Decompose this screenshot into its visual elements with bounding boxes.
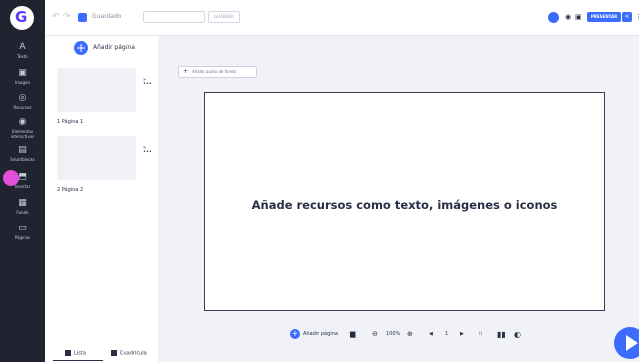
insert-icon: ⬒	[18, 172, 27, 182]
page-label-1: 1 Página 1	[57, 119, 84, 125]
sidebar-item-text[interactable]: A Texto	[0, 42, 45, 59]
grid-view-button[interactable]: Cuadrícula	[111, 350, 147, 357]
grid-layout-icon[interactable]: ⁞⁞	[479, 331, 482, 337]
trash-icon[interactable]: ▆	[350, 330, 355, 338]
next-page-icon[interactable]: ▶	[460, 331, 464, 337]
bottom-add-page-button[interactable]: Añadir página	[303, 331, 338, 337]
list-view-button[interactable]: Lista	[65, 350, 86, 357]
background-icon: ▦	[18, 198, 27, 208]
split-view-icon[interactable]: ▮▮	[497, 330, 506, 339]
zoom-out-icon[interactable]: ⊖	[372, 330, 378, 338]
saved-status: Guardado	[92, 13, 122, 20]
genially-logo[interactable]	[10, 6, 34, 30]
sidebar-item-resources[interactable]: ◎ Recursos	[0, 93, 45, 110]
image-icon: ▣	[18, 68, 27, 78]
page-number: 1	[445, 331, 449, 337]
page-thumbnail-2[interactable]	[57, 136, 136, 180]
share-icon[interactable]: <	[622, 12, 632, 22]
more-icon[interactable]: ⋮	[635, 13, 639, 21]
document-icon[interactable]: ▣	[575, 13, 582, 21]
smartblocks-icon: ▤	[18, 145, 27, 155]
page-options-icon[interactable]: » •••	[143, 78, 152, 87]
page-thumbnail-1[interactable]	[57, 68, 136, 112]
sidebar: A Texto ▣ Imagen ◎ Recursos ◉ Elementos …	[0, 0, 45, 362]
play-button[interactable]	[614, 327, 639, 359]
plus-icon: +	[74, 41, 88, 55]
sidebar-item-smartblocks[interactable]: ▤ Smartblocks	[0, 145, 45, 162]
redo-icon[interactable]: ↷	[63, 12, 71, 22]
panel-view-switch: Lista Cuadrícula	[45, 346, 158, 362]
undo-icon[interactable]: ↶	[52, 12, 60, 22]
project-title-input[interactable]	[143, 11, 205, 23]
text-icon: A	[19, 42, 26, 52]
eye-icon[interactable]: ◉	[565, 13, 571, 21]
user-avatar[interactable]	[548, 12, 559, 23]
add-page-plus-icon[interactable]: +	[290, 329, 300, 339]
slide-canvas[interactable]: Añade recursos como texto, imágenes o ic…	[204, 92, 605, 311]
saved-status-icon	[78, 13, 87, 22]
sidebar-item-interactive[interactable]: ◉ Elementos interactivos	[0, 117, 45, 139]
sidebar-item-insert[interactable]: ⬒ Insertar	[0, 172, 45, 189]
zoom-in-icon[interactable]: ⊕	[407, 330, 413, 338]
pages-panel: + Añadir página » ••• 1 Página 1 » ••• 2 P…	[45, 36, 158, 362]
page-options-icon[interactable]: » •••	[143, 146, 152, 155]
background-audio-button[interactable]: + Añade audio de fondo	[178, 66, 257, 78]
sidebar-item-background[interactable]: ▦ Fondo	[0, 198, 45, 215]
present-button[interactable]: PRESENTAR	[587, 12, 621, 22]
zoom-level: 100%	[386, 331, 401, 337]
active-tab-indicator	[53, 360, 103, 361]
list-icon	[65, 350, 71, 356]
pages-icon: ▭	[18, 223, 27, 233]
plus-icon: +	[183, 68, 189, 75]
sidebar-item-pages[interactable]: ▭ Páginas	[0, 223, 45, 240]
save-title-button[interactable]: GUARDAR	[208, 11, 240, 23]
interactive-icon: ◉	[18, 117, 27, 127]
resources-icon: ◎	[18, 93, 27, 103]
prev-page-icon[interactable]: ◀	[429, 331, 433, 337]
sidebar-item-image[interactable]: ▣ Imagen	[0, 68, 45, 85]
page-label-2: 2 Página 2	[57, 187, 84, 193]
grid-icon	[111, 350, 117, 356]
theme-icon[interactable]: ◐	[514, 330, 521, 339]
slide-placeholder-text: Añade recursos como texto, imágenes o ic…	[251, 198, 558, 212]
